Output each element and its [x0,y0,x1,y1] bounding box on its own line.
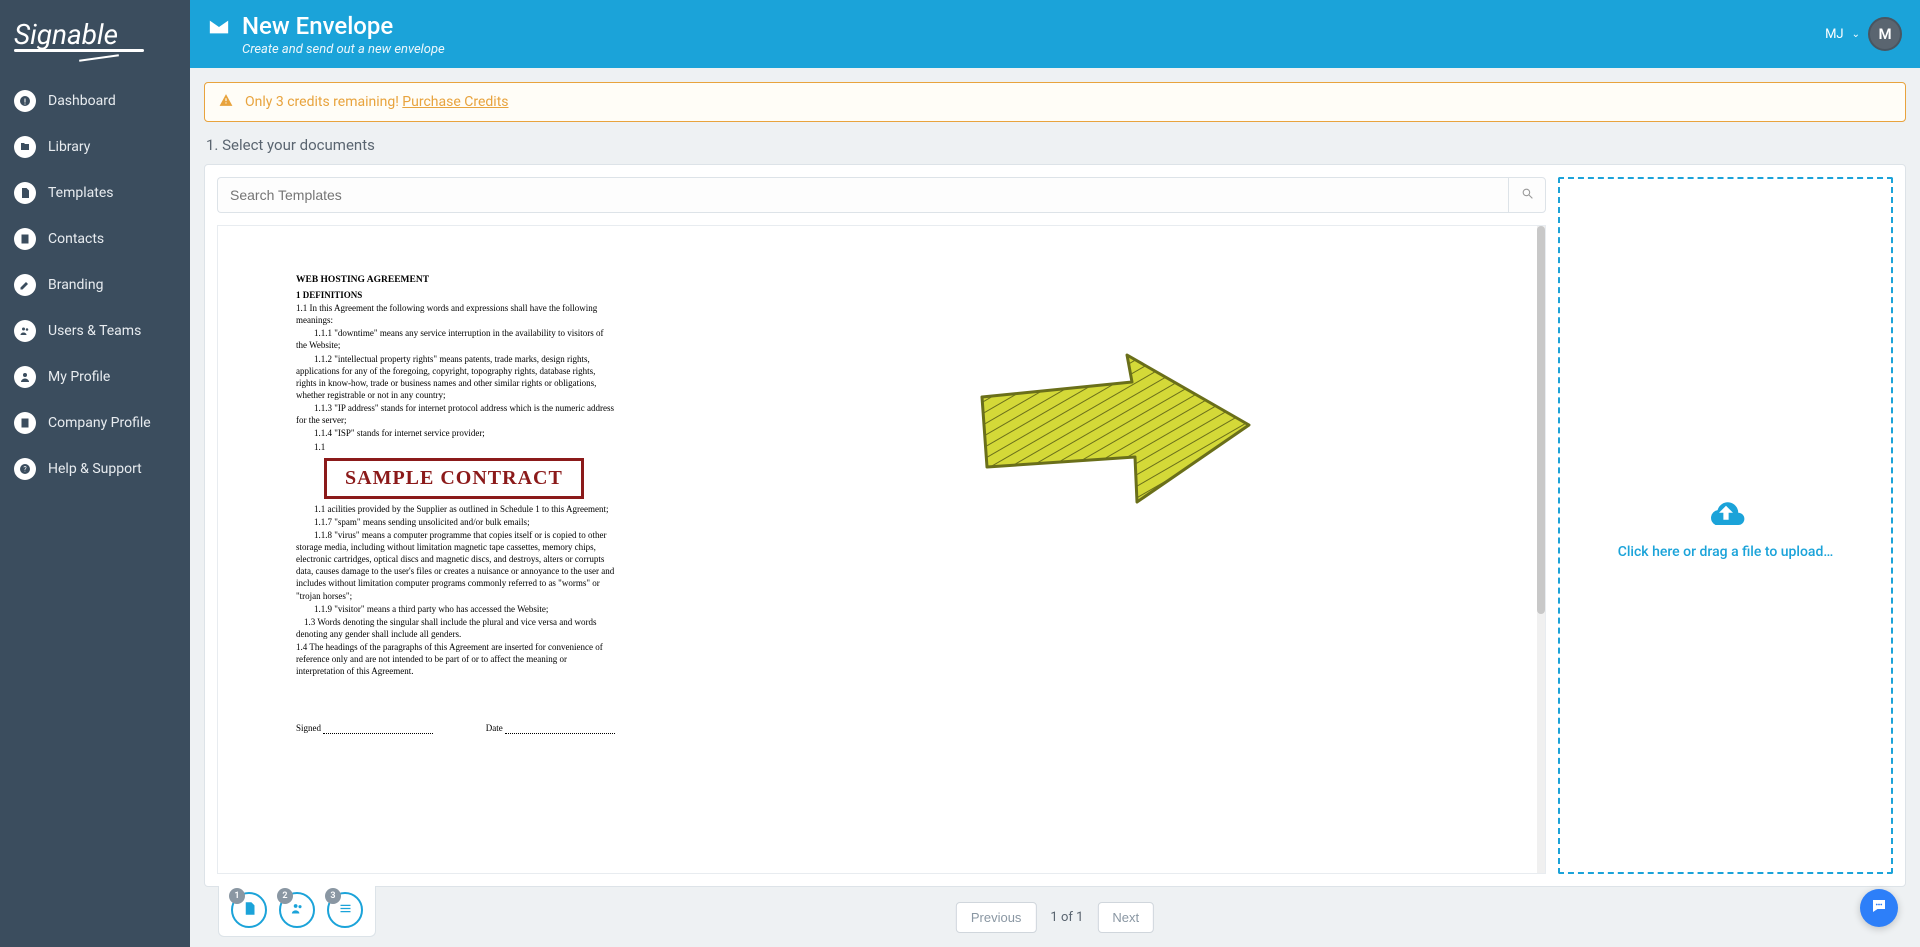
addressbook-icon [14,228,36,250]
nav-label: My Profile [48,369,110,385]
doc-heading: WEB HOSTING AGREEMENT [296,274,615,287]
step-3[interactable]: 3 [327,892,363,928]
folder-icon [14,136,36,158]
doc-section: 1 DEFINITIONS [296,289,615,301]
doc-text: 1.1.8 "virus" means a computer programme… [296,529,615,602]
credits-alert: Only 3 credits remaining! Purchase Credi… [204,82,1906,122]
doc-text: 1.1.3 "IP address" stands for internet p… [296,402,615,426]
sidebar-item-company-profile[interactable]: Company Profile [0,400,190,446]
purchase-credits-link[interactable]: Purchase Credits [402,94,508,110]
dropzone-text: Click here or drag a file to upload… [1618,544,1834,560]
cloud-upload-icon [1705,492,1747,534]
sidebar-item-branding[interactable]: Branding [0,262,190,308]
previous-button[interactable]: Previous [956,902,1037,933]
date-label: Date [486,723,503,733]
doc-text: 1.1.2 "intellectual property rights" mea… [296,353,615,402]
list-icon [338,901,353,920]
chat-icon [1870,897,1888,919]
user-menu[interactable]: MJ ⌄ M [1825,17,1902,51]
sidebar-item-dashboard[interactable]: Dashboard [0,78,190,124]
envelope-icon [208,16,230,42]
nav-label: Contacts [48,231,104,247]
doc-text: 1.4 The headings of the paragraphs of th… [296,641,615,677]
building-icon [14,412,36,434]
sidebar: Signable Dashboard Library Templates Con… [0,0,190,947]
doc-text: 1.1 [296,441,615,453]
scrollbar[interactable] [1537,226,1545,873]
search-button[interactable] [1508,177,1546,213]
nav-label: Templates [48,185,114,201]
page-header: New Envelope Create and send out a new e… [190,0,1920,68]
brand-logo[interactable]: Signable [0,0,190,70]
sidebar-item-templates[interactable]: Templates [0,170,190,216]
nav-label: Dashboard [48,93,116,109]
users-icon [14,320,36,342]
doc-text: 1.1 In this Agreement the following word… [296,302,615,326]
nav-label: Company Profile [48,415,151,431]
document-icon [242,901,257,920]
doc-text: 1.1.9 "visitor" means a third party who … [296,603,615,615]
sample-stamp: SAMPLE CONTRACT [324,458,584,499]
doc-text: 1.1 acilities provided by the Supplier a… [296,503,615,515]
nav-label: Library [48,139,90,155]
document-preview[interactable]: WEB HOSTING AGREEMENT 1 DEFINITIONS 1.1 … [217,225,1546,874]
upload-dropzone[interactable]: Click here or drag a file to upload… [1558,177,1893,874]
user-icon [14,366,36,388]
avatar[interactable]: M [1868,17,1902,51]
step-indicator: 1 2 3 [218,886,376,937]
chevron-down-icon: ⌄ [1852,29,1860,40]
chat-fab[interactable] [1860,889,1898,927]
page-title: New Envelope [242,12,445,40]
step-2[interactable]: 2 [279,892,315,928]
sidebar-item-contacts[interactable]: Contacts [0,216,190,262]
doc-text: 1.3 Words denoting the singular shall in… [296,616,615,640]
sidebar-item-users-teams[interactable]: Users & Teams [0,308,190,354]
file-icon [14,182,36,204]
nav-label: Users & Teams [48,323,141,339]
warning-icon [219,93,233,111]
sidebar-item-library[interactable]: Library [0,124,190,170]
help-icon: ? [14,458,36,480]
nav-label: Help & Support [48,461,142,477]
pager-info: 1 of 1 [1050,910,1083,925]
sidebar-nav: Dashboard Library Templates Contacts Bra… [0,70,190,500]
doc-text: 1.1.1 "downtime" means any service inter… [296,327,615,351]
section-title: 1. Select your documents [204,136,1906,154]
gauge-icon [14,90,36,112]
page-subtitle: Create and send out a new envelope [242,42,445,57]
step-1[interactable]: 1 [231,892,267,928]
pencil-icon [14,274,36,296]
doc-text: 1.1.7 "spam" means sending unsolicited a… [296,516,615,528]
users-icon [290,901,305,920]
search-templates-input[interactable] [217,177,1508,213]
nav-label: Branding [48,277,103,293]
signed-label: Signed [296,723,321,733]
pager: Previous 1 of 1 Next [956,902,1154,933]
doc-text: 1.1.4 "ISP" stands for internet service … [296,427,615,439]
user-initials: MJ [1825,27,1844,42]
next-button[interactable]: Next [1097,902,1154,933]
sidebar-item-my-profile[interactable]: My Profile [0,354,190,400]
search-icon [1521,187,1534,203]
alert-text: Only 3 credits remaining! [245,94,402,110]
sidebar-item-help-support[interactable]: ? Help & Support [0,446,190,492]
